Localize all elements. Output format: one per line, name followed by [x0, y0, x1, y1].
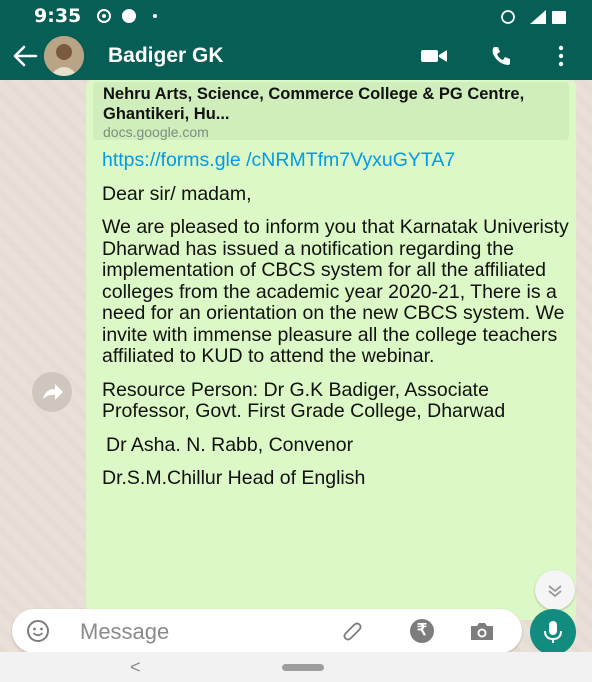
emoji-icon[interactable] [26, 619, 50, 643]
status-bar: 9:35 [0, 0, 592, 32]
system-navigation-bar: < [0, 652, 592, 682]
message-bubble[interactable]: Nehru Arts, Science, Commerce College & … [86, 80, 576, 620]
more-options-icon[interactable] [556, 44, 566, 68]
forward-button[interactable] [32, 372, 72, 412]
forward-icon [43, 384, 63, 400]
more-notifications-icon [153, 14, 157, 18]
double-chevron-down-icon [548, 585, 562, 598]
message-convenor: Dr Asha. N. Rabb, Convenor [106, 433, 354, 456]
notification-icon [97, 9, 111, 23]
contact-name[interactable]: Badiger GK [108, 44, 224, 68]
voice-call-icon[interactable] [489, 44, 513, 68]
message-greeting: Dear sir/ madam, [102, 182, 252, 205]
voice-message-button[interactable] [530, 609, 576, 655]
attach-icon[interactable] [340, 619, 364, 643]
scroll-down-button[interactable] [535, 570, 575, 610]
status-time: 9:35 [34, 5, 82, 27]
link-preview-title: Nehru Arts, Science, Commerce College & … [103, 85, 525, 123]
avatar[interactable] [44, 36, 84, 76]
chat-header: Badiger GK [0, 32, 592, 80]
link-preview-domain: docs.google.com [103, 124, 209, 140]
microphone-icon [544, 621, 562, 643]
message-input[interactable]: Message [80, 619, 169, 645]
form-link[interactable]: https://forms.gle /cNRMTfm7VyxuGYTA7 [102, 149, 572, 172]
message-composer[interactable]: Message ₹ [12, 609, 522, 653]
message-resource-person: Resource Person: Dr G.K Badiger, Associa… [102, 378, 506, 422]
nav-back-icon[interactable]: < [130, 657, 141, 678]
message-body: We are pleased to inform you that Karnat… [102, 216, 569, 367]
notification-dot-icon [122, 9, 136, 23]
chat-area[interactable]: Nehru Arts, Science, Commerce College & … [0, 80, 592, 652]
link-preview[interactable]: Nehru Arts, Science, Commerce College & … [93, 82, 569, 140]
home-pill[interactable] [282, 664, 324, 671]
system-status-icons [501, 10, 566, 24]
payment-icon[interactable]: ₹ [410, 619, 434, 643]
back-arrow-icon[interactable] [10, 42, 40, 70]
message-text: https://forms.gle /cNRMTfm7VyxuGYTA7 Dea… [102, 149, 572, 502]
message-head: Dr.S.M.Chillur Head of English [102, 467, 366, 489]
camera-icon[interactable] [468, 619, 496, 643]
video-call-icon[interactable] [420, 46, 448, 66]
